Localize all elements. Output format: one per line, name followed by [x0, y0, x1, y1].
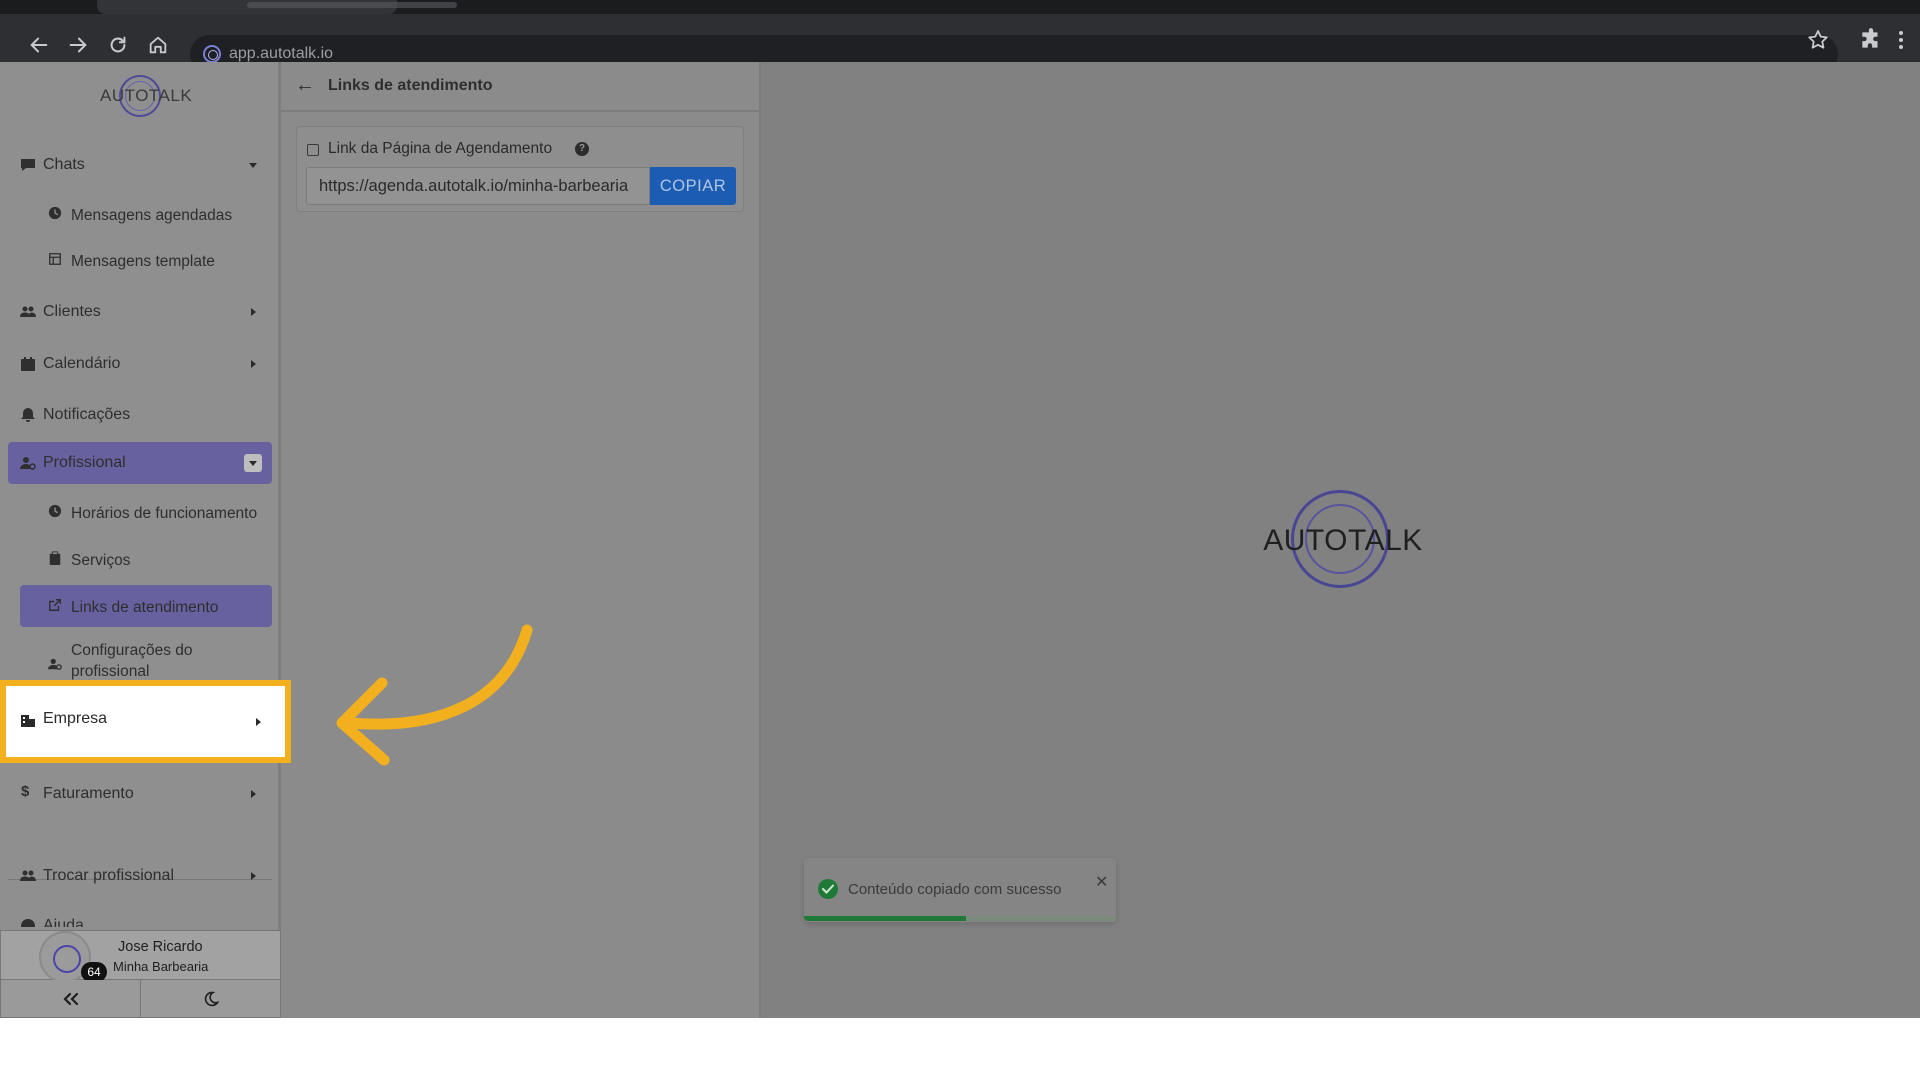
site-icon	[203, 45, 221, 63]
notification-badge: 64	[81, 962, 107, 982]
sidebar-item-links-de-atendimento[interactable]: Links de atendimento	[20, 585, 272, 627]
sidebar-item-label: Notificações	[43, 406, 131, 423]
moon-icon	[204, 991, 219, 1006]
user-name: Jose Ricardo	[118, 939, 203, 955]
user-company: Minha Barbearia	[113, 959, 209, 974]
user-card[interactable]: 64 Jose Ricardo Minha Barbearia	[0, 930, 281, 982]
clock-icon	[48, 206, 62, 220]
tab-title-blur	[247, 2, 457, 8]
calendar-icon	[307, 144, 319, 156]
user-gear-icon	[20, 457, 36, 470]
chevron-right-icon[interactable]	[244, 867, 262, 885]
home-icon[interactable]	[141, 28, 175, 62]
browser-tab-strip	[0, 0, 1920, 14]
browser-menu-icon[interactable]	[1895, 28, 1907, 52]
extensions-icon[interactable]	[1858, 27, 1884, 53]
external-link-icon	[49, 599, 61, 611]
sidebar-item-chats[interactable]: Chats	[8, 144, 272, 186]
sidebar-item-mensagens-agendadas[interactable]: Mensagens agendadas	[20, 193, 272, 235]
scheduling-link-input[interactable]	[306, 167, 650, 205]
main-logo: AUTOTALK	[1253, 490, 1433, 590]
sidebar-item-label: Empresa	[43, 710, 108, 727]
address-url: app.autotalk.io	[229, 45, 334, 62]
logo-text: AUTOTALK	[1263, 524, 1423, 557]
double-chevron-left-icon	[62, 992, 78, 1005]
forward-icon[interactable]	[61, 28, 95, 62]
logo-text: AUTOTALK	[100, 86, 193, 105]
users-icon	[20, 306, 36, 317]
links-panel: ← Links de atendimento Link da Página de…	[281, 62, 761, 1018]
chat-icon	[21, 159, 35, 171]
copy-button[interactable]: COPIAR	[650, 167, 736, 205]
sidebar-item-calendario[interactable]: Calendário	[8, 343, 272, 385]
back-icon[interactable]	[22, 28, 56, 62]
chevron-right-icon[interactable]	[249, 713, 267, 731]
annotation-arrow-icon	[336, 624, 533, 766]
highlight-frame: Empresa	[0, 680, 291, 763]
sidebar-item-label: Chats	[43, 156, 85, 173]
card-label: Link da Página de Agendamento	[328, 140, 553, 157]
sidebar-footer	[0, 980, 281, 1018]
browser-toolbar: app.autotalk.io	[0, 14, 1920, 73]
chevron-right-icon[interactable]	[244, 303, 262, 321]
bookmark-star-icon[interactable]	[1806, 28, 1830, 52]
browser-tab-active[interactable]	[97, 0, 457, 14]
sidebar-item-empresa[interactable]: Empresa	[6, 686, 285, 757]
calendar-icon	[21, 357, 35, 371]
sidebar-item-label: Configurações do profissional	[71, 642, 193, 680]
sidebar-item-label: Links de atendimento	[71, 599, 219, 616]
close-icon[interactable]: ✕	[1095, 872, 1108, 892]
sidebar-item-notificacoes[interactable]: Notificações	[8, 394, 272, 436]
users-swap-icon	[20, 870, 36, 881]
sidebar-item-label: Horários de funcionamento	[71, 505, 258, 522]
toast-progress-bar	[804, 916, 967, 921]
sidebar-logo[interactable]: AUTOTALK	[100, 72, 193, 122]
clipboard-icon	[49, 551, 61, 565]
sidebar-item-servicos[interactable]: Serviços	[20, 538, 272, 580]
sidebar-item-label: Faturamento	[43, 785, 134, 802]
toast-message: Conteúdo copiado com sucesso	[848, 881, 1062, 898]
scheduling-link-card: Link da Página de Agendamento ? COPIAR	[296, 126, 744, 212]
sidebar-item-label: Mensagens agendadas	[71, 207, 233, 224]
sidebar-item-profissional[interactable]: Profissional	[8, 442, 272, 484]
template-icon	[49, 253, 61, 265]
collapse-sidebar-button[interactable]	[1, 980, 141, 1017]
sidebar-item-horarios[interactable]: Horários de funcionamento	[20, 491, 272, 533]
sidebar-item-label: Mensagens template	[71, 253, 215, 270]
check-circle-icon	[818, 879, 838, 899]
user-gear-icon	[48, 658, 62, 670]
sidebar: AUTOTALK Chats Mensagens agendadas Mensa…	[0, 62, 281, 1018]
theme-toggle-button[interactable]	[141, 980, 281, 1017]
bell-icon	[21, 408, 35, 422]
chevron-right-icon[interactable]	[244, 785, 262, 803]
back-arrow-icon[interactable]: ←	[295, 74, 315, 97]
help-icon	[21, 919, 35, 927]
clock-icon	[48, 504, 62, 518]
sidebar-item-faturamento[interactable]: $ Faturamento	[8, 773, 272, 815]
reload-icon[interactable]	[101, 28, 135, 62]
building-icon	[21, 715, 35, 727]
chevron-down-icon[interactable]	[244, 454, 262, 472]
sidebar-item-label: Serviços	[71, 552, 131, 569]
sidebar-item-label: Profissional	[43, 454, 126, 471]
chevron-down-icon[interactable]	[244, 156, 262, 174]
success-toast: Conteúdo copiado com sucesso ✕	[804, 858, 1116, 922]
dollar-icon: $	[21, 783, 30, 800]
sidebar-item-label: Ajuda	[43, 917, 84, 927]
sidebar-item-label: Calendário	[43, 355, 121, 372]
bottom-margin	[0, 1018, 1920, 1080]
panel-title: Links de atendimento	[328, 77, 493, 94]
chevron-right-icon[interactable]	[244, 355, 262, 373]
sidebar-item-label: Trocar profissional	[43, 867, 175, 884]
sidebar-item-clientes[interactable]: Clientes	[8, 291, 272, 333]
question-icon[interactable]: ?	[575, 142, 589, 156]
sidebar-item-ajuda[interactable]: Ajuda	[8, 907, 272, 927]
sidebar-item-trocar-profissional[interactable]: Trocar profissional	[8, 855, 272, 897]
screen: app.autotalk.io AUTOTALK Chats Mensagens…	[0, 0, 1920, 1080]
sidebar-item-mensagens-template[interactable]: Mensagens template	[20, 239, 272, 281]
sidebar-item-label: Clientes	[43, 303, 101, 320]
panel-header: ← Links de atendimento	[281, 62, 759, 112]
